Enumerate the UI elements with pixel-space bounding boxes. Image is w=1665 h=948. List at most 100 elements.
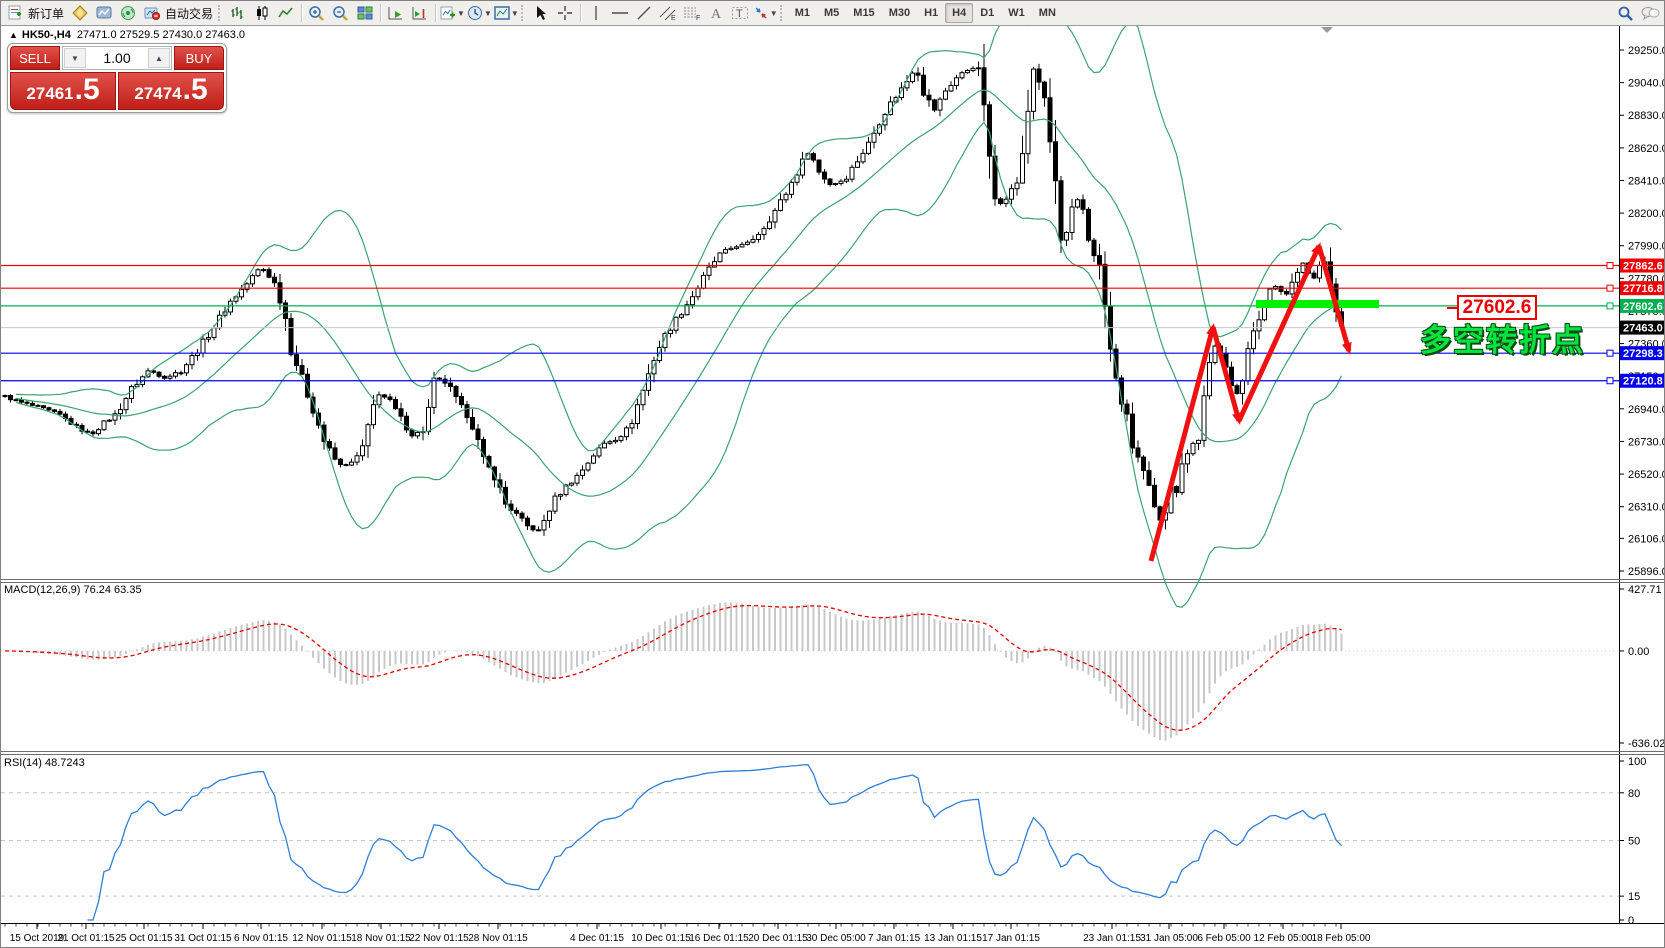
new-order-label[interactable]: 新订单 [28,5,64,22]
text-icon[interactable]: A [704,2,728,24]
chart-ohlc-title: ▲ HK50-,H4 27471.0 27529.5 27430.0 27463.0 [9,29,245,41]
symbol-period-label: HK50-,H4 [22,29,71,41]
template-icon[interactable]: ▼ [493,2,520,24]
autotrade-icon[interactable] [140,2,164,24]
time-tick-label: 31 Oct 01:15 [174,933,232,944]
price-tick-label: 28200.0 [1628,208,1665,220]
label-icon[interactable]: T [728,2,752,24]
time-tick-label: 13 Jan 01:15 [924,933,982,944]
time-tick-label: 6 Feb 05:00 [1197,933,1251,944]
timeframe-button-w1[interactable]: W1 [1001,3,1032,23]
timeframe-button-h1[interactable]: H1 [917,3,945,23]
hline-handle[interactable] [1607,350,1613,356]
search-icon[interactable] [1614,2,1638,24]
horizontal-lines [1,263,1619,384]
volume-decrease-button[interactable]: ▼ [64,48,86,68]
time-tick-label: 7 Jan 01:15 [868,933,921,944]
price-tag-label: 27862.6 [1623,261,1663,273]
price-tick-label: 28620.0 [1628,143,1665,155]
time-tick-label: 23 Jan 01:15 [1083,933,1141,944]
time-tick-label: 4 Dec 01:15 [570,933,624,944]
trend-arrow-segment[interactable] [1213,327,1239,421]
price-tick-label: 29040.0 [1628,78,1665,90]
timeframe-button-d1[interactable]: D1 [973,3,1001,23]
timeframe-button-mn[interactable]: MN [1032,3,1063,23]
autotrade-label[interactable]: 自动交易 [165,5,213,22]
chart-shift-marker [1321,27,1333,33]
price-tick-label: 29250.0 [1628,45,1665,57]
support-zone-bar[interactable] [1256,300,1379,308]
price-axis: 29250.029040.028830.028620.028410.028200… [1619,45,1665,578]
new-chart-icon[interactable]: ▼ [439,2,466,24]
buy-price-frac: .5 [183,73,208,107]
svg-text:T: T [736,8,743,20]
bars-icon[interactable] [226,2,250,24]
chevron-down-icon: ▼ [484,9,492,18]
trendline-icon[interactable] [632,2,656,24]
new-order-icon[interactable] [3,2,27,24]
fibonacci-icon[interactable]: F [680,2,704,24]
buy-price-button[interactable]: 27474.5 [118,72,224,110]
price-tag-label: 27602.6 [1623,301,1663,313]
timeframe-button-h4[interactable]: H4 [945,3,973,23]
note-text[interactable]: 多空转折点 [1420,315,1585,360]
hline-handle[interactable] [1607,378,1613,384]
channel-icon[interactable]: E [656,2,680,24]
time-tick-label: 12 Feb 05:00 [1254,933,1313,944]
chart-shift-icon[interactable] [408,2,432,24]
sell-button[interactable]: SELL [10,46,60,70]
buy-button[interactable]: BUY [174,46,224,70]
toolbar-grip [780,5,785,21]
zoom-out-icon[interactable] [329,2,353,24]
price-tick-label: 28830.0 [1628,110,1665,122]
price-tick-label: 26106.0 [1628,533,1665,545]
timeframe-button-m30[interactable]: M30 [882,3,917,23]
tile-windows-icon[interactable] [353,2,377,24]
time-tick-label: 18 Feb 05:00 [1312,933,1371,944]
hline-handle[interactable] [1607,303,1613,309]
gold-diamond-icon[interactable] [68,2,92,24]
chat-icon[interactable] [1638,2,1662,24]
time-tick-label: 28 Nov 01:15 [468,933,528,944]
timeframe-button-m1[interactable]: M1 [788,3,817,23]
zoom-in-icon[interactable] [305,2,329,24]
candles [3,44,1344,536]
rsi-axis-label: 15 [1628,891,1640,903]
macd-title: MACD(12,26,9) 76.24 63.35 [4,584,142,596]
vline-icon[interactable] [584,2,608,24]
cursor-icon[interactable] [529,2,553,24]
candles-icon[interactable] [250,2,274,24]
hline-icon[interactable] [608,2,632,24]
collapse-panel-icon[interactable]: ▲ [9,30,18,40]
line-chart-icon[interactable] [274,2,298,24]
arrows-icon[interactable]: ▼ [752,2,779,24]
ohlc-values: 27471.0 27529.5 27430.0 27463.0 [77,29,245,41]
chevron-down-icon: ▼ [770,9,778,18]
signal-icon[interactable] [116,2,140,24]
price-tag-label: 27463.0 [1623,323,1663,335]
price-tick-label: 26310.0 [1628,502,1665,514]
buy-price-main: 27474 [134,84,181,104]
timeframe-button-m5[interactable]: M5 [817,3,846,23]
market-watch-icon[interactable] [92,2,116,24]
volume-value[interactable]: 1.00 [87,47,147,69]
price-tag-label: 27298.3 [1623,348,1663,360]
sell-price-button[interactable]: 27461.5 [10,72,116,110]
timeframe-group: M1M5M15M30H1H4D1W1MN [788,3,1063,23]
crosshair-icon[interactable] [553,2,577,24]
periods-icon[interactable]: ▼ [466,2,493,24]
volume-spinner: ▼ 1.00 ▲ [62,46,172,70]
rsi-axis-label: 100 [1628,756,1646,768]
toolbar-separator [435,4,436,22]
sell-price-main: 27461 [26,84,73,104]
hline-handle[interactable] [1607,263,1613,269]
volume-increase-button[interactable]: ▲ [148,48,170,68]
hline-handle[interactable] [1607,285,1613,291]
rsi-title: RSI(14) 48.7243 [4,757,85,769]
timeframe-button-m15[interactable]: M15 [846,3,881,23]
trend-arrow-segment[interactable] [1319,246,1349,351]
auto-scroll-icon[interactable] [384,2,408,24]
price-tick-label: 26520.0 [1628,469,1665,481]
chart-frame [1,26,1665,924]
time-tick-label: 18 Nov 01:15 [351,933,411,944]
